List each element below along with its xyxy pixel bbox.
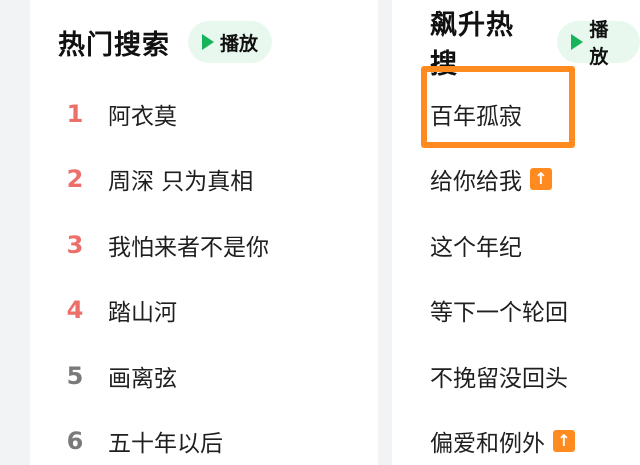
search-term: 画离弦	[108, 366, 177, 392]
search-term: 百年孤寂	[430, 104, 522, 130]
hot-search-panel: 热门搜索 播放 1 阿衣莫 2 周深 只为真相 3 我怕来者不是你 4 踏山河 …	[30, 0, 378, 465]
rising-search-item-5[interactable]: 不挽留没回头	[430, 356, 568, 396]
hot-search-play-button[interactable]: 播放	[188, 21, 273, 63]
hot-search-item-3[interactable]: 3 我怕来者不是你	[64, 225, 269, 265]
search-term: 周深 只为真相	[108, 169, 254, 195]
rank-number: 2	[66, 165, 84, 193]
rank-number: 1	[66, 100, 84, 128]
rising-search-item-6[interactable]: 偏爱和例外 ↑	[430, 421, 575, 461]
rising-search-item-2[interactable]: 给你给我 ↑	[430, 159, 552, 199]
rank-number: 5	[66, 362, 84, 390]
hot-search-item-1[interactable]: 1 阿衣莫	[64, 94, 177, 134]
rising-arrow-icon: ↑	[553, 430, 575, 452]
rising-search-play-button[interactable]: 播放	[557, 19, 640, 68]
rising-search-header: 飙升热搜 播放	[430, 10, 640, 80]
play-button-label: 播放	[589, 19, 609, 68]
rising-search-item-4[interactable]: 等下一个轮回	[430, 290, 568, 330]
play-button-label: 播放	[220, 32, 259, 55]
hot-search-item-6[interactable]: 6 五十年以后	[64, 421, 223, 461]
hot-search-item-2[interactable]: 2 周深 只为真相	[64, 159, 254, 199]
rank-number: 6	[66, 427, 84, 455]
rising-search-title: 飙升热搜	[430, 10, 514, 80]
search-term: 给你给我	[430, 169, 522, 195]
hot-search-item-4[interactable]: 4 踏山河	[64, 290, 177, 330]
search-term: 阿衣莫	[108, 104, 177, 130]
search-term: 我怕来者不是你	[108, 235, 269, 261]
rank-number: 4	[66, 296, 84, 324]
search-term: 踏山河	[108, 300, 177, 326]
search-term: 不挽留没回头	[430, 366, 568, 392]
rising-search-panel: 飙升热搜 播放 百年孤寂 给你给我 ↑ 这个年纪 等下一个轮回 不挽留没回头 偏…	[392, 0, 640, 465]
hot-search-title: 热门搜索	[58, 29, 170, 61]
play-icon	[571, 34, 584, 50]
search-term: 偏爱和例外	[430, 431, 545, 457]
search-term: 五十年以后	[108, 431, 223, 457]
hot-search-header: 热门搜索 播放	[58, 21, 273, 63]
rising-search-item-3[interactable]: 这个年纪	[430, 225, 522, 265]
search-term: 等下一个轮回	[430, 300, 568, 326]
hot-search-item-5[interactable]: 5 画离弦	[64, 356, 177, 396]
rising-arrow-icon: ↑	[530, 168, 552, 190]
rising-search-item-1[interactable]: 百年孤寂	[430, 94, 522, 134]
rank-number: 3	[66, 231, 84, 259]
search-term: 这个年纪	[430, 235, 522, 261]
play-icon	[202, 34, 214, 50]
